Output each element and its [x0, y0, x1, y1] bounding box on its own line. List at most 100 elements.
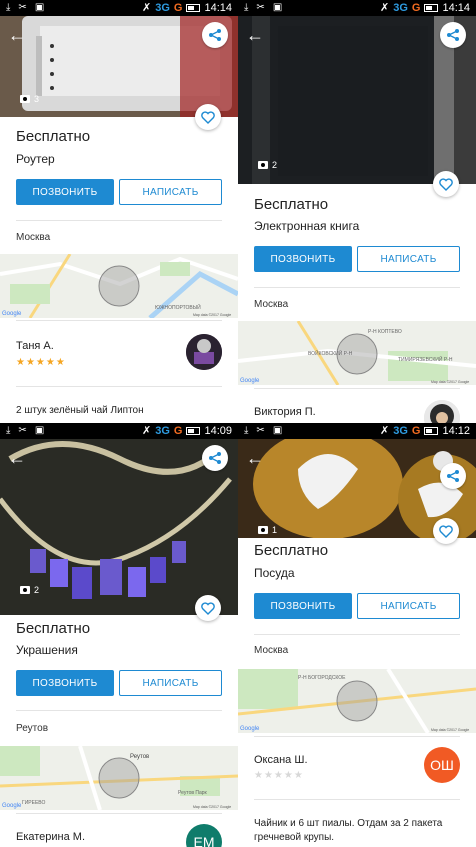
- seller-rating: ★★★★★: [16, 357, 66, 368]
- favorite-button[interactable]: [195, 104, 221, 130]
- seller-avatar[interactable]: ЕМ: [186, 824, 222, 847]
- seller-avatar[interactable]: [424, 400, 460, 423]
- divider: [16, 710, 222, 711]
- listing-price: Бесплатно: [16, 620, 91, 637]
- listing-city: Москва: [254, 645, 289, 656]
- share-icon: [447, 29, 459, 41]
- seller-avatar[interactable]: [186, 334, 222, 370]
- camera-icon: [258, 161, 268, 169]
- write-button[interactable]: НАПИСАТЬ: [119, 179, 222, 205]
- map-label: ЮЖНОПОРТОВЫЙ: [155, 303, 201, 311]
- listing-price: Бесплатно: [254, 542, 329, 559]
- listing-screen-jewelry: ⤓ ✂ ▣ ✗ 3G G 14:09 ← 2 Бесплатно Украшен…: [0, 423, 238, 847]
- image-icon: ▣: [272, 425, 283, 436]
- seller-rating: ★★★★★: [254, 770, 304, 781]
- listing-photo[interactable]: ← 2: [0, 439, 238, 615]
- call-button[interactable]: ПОЗВОНИТЬ: [16, 670, 114, 696]
- listing-title: Роутер: [16, 152, 55, 166]
- download-icon: ⤓: [244, 425, 249, 436]
- battery-icon: [424, 4, 439, 12]
- divider: [16, 813, 222, 814]
- back-arrow-icon[interactable]: ←: [246, 447, 268, 469]
- map-label: ВОЙКОВСКИЙ Р-Н: [308, 349, 353, 357]
- photo-ebook: [238, 16, 476, 184]
- call-button[interactable]: ПОЗВОНИТЬ: [16, 179, 114, 205]
- map-label: Реутов: [130, 754, 149, 760]
- map-render: Р-Н КОПТЕВО ВОЙКОВСКИЙ Р-Н ТИМИРЯЗЕВСКИЙ…: [238, 321, 476, 385]
- status-bar: ⤓ ✂ ▣ ✗ 3G G 14:09: [0, 423, 238, 439]
- favorite-button[interactable]: [433, 518, 459, 544]
- listing-city: Москва: [254, 299, 289, 310]
- listing-photo[interactable]: ← 2: [238, 16, 476, 184]
- battery-icon: [186, 4, 201, 12]
- image-icon: ▣: [34, 425, 45, 436]
- listing-screen-dishes: ⤓ ✂ ▣ ✗ 3G G 14:12 ← 1 Бесплатно Посуда ПОЗВО…: [238, 423, 476, 847]
- divider: [16, 386, 222, 387]
- share-icon: [447, 470, 459, 482]
- download-icon: ⤓: [6, 2, 11, 13]
- map-credit: Map data ©2017 Google: [431, 728, 469, 732]
- location-map[interactable]: Реутов Реутов Парк ГИРЕЕВО Google Map da…: [0, 746, 238, 810]
- map-render: Реутов Реутов Парк ГИРЕЕВО Google Map da…: [0, 746, 238, 810]
- back-arrow-icon[interactable]: ←: [246, 24, 268, 46]
- map-label: Р-Н КОПТЕВО: [368, 329, 402, 335]
- seller-name[interactable]: Оксана Ш.: [254, 754, 308, 766]
- photo-count: 3: [20, 94, 39, 104]
- avatar-photo: [186, 334, 222, 370]
- listing-title: Электронная книга: [254, 219, 360, 233]
- location-map[interactable]: Р-Н БОГОРОДСКОЕ Google Map data ©2017 Go…: [238, 669, 476, 733]
- divider: [16, 320, 222, 321]
- map-label: Реутов Парк: [178, 790, 208, 796]
- status-time: 14:14: [442, 2, 470, 14]
- share-icon: [209, 29, 221, 41]
- status-time: 14:09: [204, 425, 232, 437]
- share-button[interactable]: [202, 445, 228, 471]
- divider: [254, 736, 460, 737]
- back-arrow-icon[interactable]: ←: [8, 447, 30, 469]
- share-button[interactable]: [440, 22, 466, 48]
- listing-city: Москва: [16, 232, 51, 243]
- back-arrow-icon[interactable]: ←: [8, 24, 30, 46]
- listing-title: Украшения: [16, 643, 78, 657]
- write-button[interactable]: НАПИСАТЬ: [357, 593, 460, 619]
- location-map[interactable]: Р-Н КОПТЕВО ВОЙКОВСКИЙ Р-Н ТИМИРЯЗЕВСКИЙ…: [238, 321, 476, 385]
- location-map[interactable]: Google ЮЖНОПОРТОВЫЙ Map data ©2017 Googl…: [0, 254, 238, 318]
- heart-icon: [201, 110, 215, 124]
- mute-icon: ✗: [142, 2, 152, 14]
- camera-icon: [258, 526, 268, 534]
- seller-avatar[interactable]: ОШ: [424, 747, 460, 783]
- seller-name[interactable]: Екатерина М.: [16, 831, 85, 843]
- camera-icon: [20, 95, 30, 103]
- heart-icon: [201, 601, 215, 615]
- share-button[interactable]: [440, 463, 466, 489]
- signal-icon: ✂: [256, 2, 265, 13]
- avatar-photo: [424, 400, 460, 423]
- listing-price: Бесплатно: [254, 196, 329, 213]
- signal-icon: ✂: [18, 2, 27, 13]
- status-bar: ⤓ ✂ ▣ ✗ 3G G 14:14: [238, 0, 476, 16]
- google-logo: Google: [240, 726, 260, 732]
- map-credit: Map data ©2017 Google: [193, 805, 231, 809]
- call-button[interactable]: ПОЗВОНИТЬ: [254, 246, 352, 272]
- call-button[interactable]: ПОЗВОНИТЬ: [254, 593, 352, 619]
- listing-photo[interactable]: ← 3: [0, 16, 238, 117]
- write-button[interactable]: НАПИСАТЬ: [119, 670, 222, 696]
- battery-icon: [186, 427, 201, 435]
- download-icon: ⤓: [6, 425, 11, 436]
- seller-name[interactable]: Виктория П.: [254, 406, 316, 418]
- listing-city: Реутов: [16, 723, 49, 734]
- download-icon: ⤓: [244, 2, 249, 13]
- favorite-button[interactable]: [433, 171, 459, 197]
- google-logo: Google: [240, 378, 260, 384]
- map-credit: Map data ©2017 Google: [193, 313, 231, 317]
- google-logo: Google: [2, 803, 22, 809]
- image-icon: ▣: [34, 2, 45, 13]
- photo-count: 2: [20, 585, 39, 595]
- share-button[interactable]: [202, 22, 228, 48]
- camera-icon: [20, 586, 30, 594]
- write-button[interactable]: НАПИСАТЬ: [357, 246, 460, 272]
- listing-price: Бесплатно: [16, 128, 91, 145]
- screenshot-grid: ⤓ ✂ ▣ ✗ 3G G 14:14 ← 3 Бесплатно Роутер ПОЗВО…: [0, 0, 476, 847]
- seller-name[interactable]: Таня А.: [16, 340, 54, 352]
- favorite-button[interactable]: [195, 595, 221, 621]
